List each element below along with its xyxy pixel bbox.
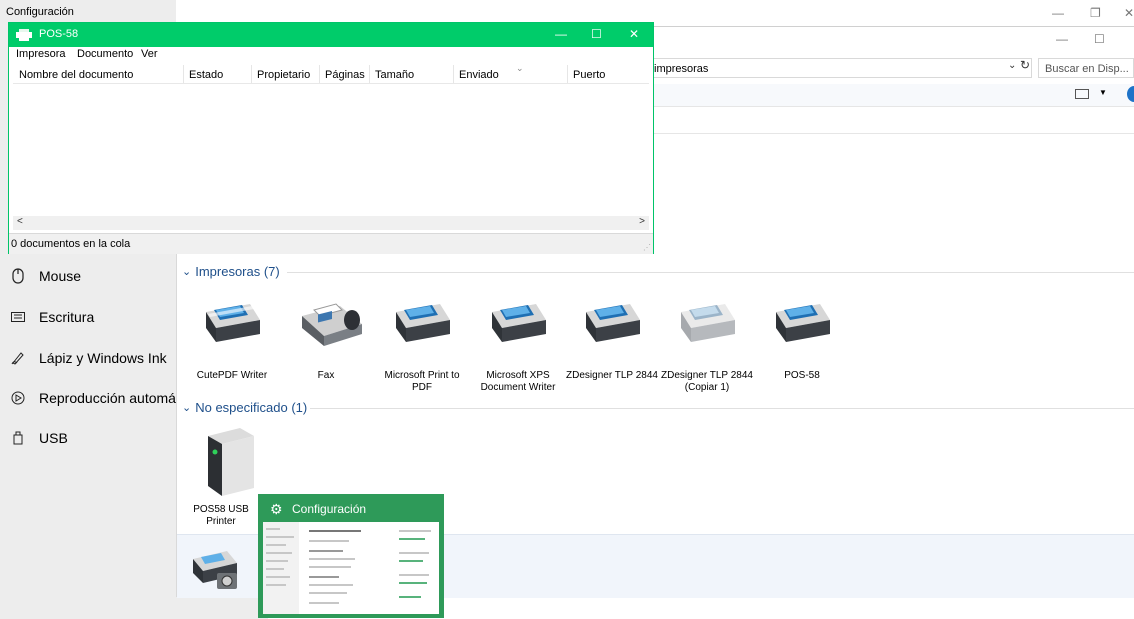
maximize-icon[interactable]: ☐	[1094, 32, 1105, 46]
fax-icon	[302, 303, 362, 346]
command-bar	[652, 84, 1134, 107]
printer-icon	[16, 29, 32, 41]
menu-document[interactable]: Documento	[77, 48, 133, 60]
scroll-right-icon[interactable]: >	[639, 216, 645, 227]
printer-icon	[586, 304, 640, 342]
group-header-label: No especificado (1)	[195, 400, 308, 415]
gear-icon: ⚙	[270, 501, 283, 517]
minimize-icon[interactable]: —	[1052, 6, 1064, 20]
column-divider[interactable]	[453, 65, 454, 83]
device-label: Fax	[317, 370, 335, 381]
view-options-icon[interactable]	[1075, 89, 1089, 99]
restore-icon[interactable]: ❐	[1090, 6, 1101, 20]
settings-item-label: USB	[39, 430, 68, 446]
address-bar[interactable]: impresoras	[652, 58, 1032, 78]
thumbnail-title: Configuración	[292, 502, 367, 516]
device-label: ZDesigner TLP 2844	[566, 370, 658, 381]
settings-item-label: Escritura	[39, 309, 95, 325]
device-label: Microsoft XPS Document Writer	[480, 370, 556, 393]
minimize-icon[interactable]: —	[1056, 32, 1068, 46]
sort-chevron-icon: ⌄	[516, 63, 524, 73]
minimize-icon[interactable]: —	[555, 27, 567, 41]
settings-item-typing[interactable]: Escritura	[10, 303, 94, 331]
column-pages[interactable]: Páginas	[325, 69, 365, 81]
settings-item-pen[interactable]: Lápiz y Windows Ink	[10, 344, 167, 372]
settings-item-label: Mouse	[39, 268, 82, 284]
generic-device-icon	[208, 428, 254, 496]
printer-icon	[206, 304, 260, 342]
maximize-icon[interactable]: ☐	[591, 27, 602, 41]
column-document-name[interactable]: Nombre del documento	[19, 69, 133, 81]
device-label: POS58 USB Printer	[193, 504, 249, 527]
chevron-down-icon: ⌄	[182, 402, 192, 414]
settings-item-mouse[interactable]: Mouse	[10, 262, 81, 290]
printer-icon	[396, 304, 450, 342]
close-icon[interactable]: ✕	[629, 27, 639, 41]
group-header-unspecified[interactable]: ⌄ No especificado (1)	[182, 400, 307, 415]
group-header-printers[interactable]: ⌄ Impresoras (7)	[182, 264, 280, 279]
print-queue-window: POS-58 — ☐ ✕ Impresora Documento Ver Nom…	[8, 22, 654, 254]
menu-bar: Impresora Documento Ver	[9, 47, 653, 63]
device-label: ZDesigner TLP 2844 (Copiar 1)	[661, 370, 753, 393]
device-label: POS-58	[784, 370, 820, 381]
settings-item-label: Lápiz y Windows Ink	[39, 350, 167, 366]
horizontal-scrollbar[interactable]: < >	[13, 216, 649, 230]
group-rule	[310, 408, 1134, 409]
column-divider[interactable]	[369, 65, 370, 83]
thumbnail-sidebar	[263, 522, 299, 614]
group-rule	[287, 272, 1134, 273]
column-status[interactable]: Estado	[189, 69, 223, 81]
printer-scanner-icon	[193, 551, 237, 589]
queue-document-list[interactable]	[13, 84, 649, 214]
autoplay-icon	[10, 390, 26, 406]
keyboard-icon	[10, 309, 26, 325]
usb-icon	[10, 430, 26, 446]
device-label: CutePDF Writer	[196, 370, 268, 381]
chevron-down-icon: ⌄	[182, 266, 192, 278]
status-bar: 0 documentos en la cola ⋰	[9, 233, 653, 254]
pen-icon	[10, 350, 26, 366]
printer-offline-icon	[681, 304, 735, 342]
column-divider[interactable]	[183, 65, 184, 83]
column-owner[interactable]: Propietario	[257, 69, 310, 81]
column-divider[interactable]	[319, 65, 320, 83]
settings-item-autoplay[interactable]: Reproducción automática	[10, 384, 198, 412]
close-icon[interactable]: ✕	[1124, 6, 1134, 20]
printer-icon	[776, 304, 830, 342]
chevron-down-icon[interactable]: ⌄	[1008, 60, 1016, 71]
queue-column-headers: Nombre del documento Estado Propietario …	[13, 63, 649, 84]
window-title: POS-58	[39, 28, 79, 40]
refresh-icon[interactable]: ↻	[1020, 58, 1030, 72]
column-divider[interactable]	[251, 65, 252, 83]
column-divider[interactable]	[567, 65, 568, 83]
divider	[652, 133, 1134, 134]
queue-status-text: 0 documentos en la cola	[11, 238, 131, 250]
chevron-down-icon[interactable]: ▼	[1099, 88, 1107, 97]
column-port[interactable]: Puerto	[573, 69, 605, 81]
thumbnail-content	[263, 522, 439, 614]
settings-window-title: Configuración	[6, 6, 74, 18]
column-submitted[interactable]: Enviado	[459, 69, 499, 81]
menu-printer[interactable]: Impresora	[16, 48, 66, 60]
column-size[interactable]: Tamaño	[375, 69, 414, 81]
resize-grip-icon[interactable]: ⋰	[643, 243, 651, 252]
title-bar[interactable]: POS-58 — ☐ ✕	[9, 23, 653, 47]
group-header-label: Impresoras (7)	[195, 264, 280, 279]
device-label: Microsoft Print to PDF	[384, 370, 460, 393]
window-edge	[652, 26, 1134, 27]
help-icon[interactable]	[1127, 86, 1134, 102]
search-input[interactable]: Buscar en Disp...	[1038, 58, 1134, 78]
menu-view[interactable]: Ver	[141, 48, 158, 60]
scroll-left-icon[interactable]: <	[17, 216, 23, 227]
mouse-icon	[10, 268, 26, 284]
printer-icon	[492, 304, 546, 342]
settings-item-label: Reproducción automática	[39, 390, 198, 406]
settings-item-usb[interactable]: USB	[10, 424, 68, 452]
settings-thumbnail-preview[interactable]: ⚙ Configuración	[258, 494, 444, 618]
